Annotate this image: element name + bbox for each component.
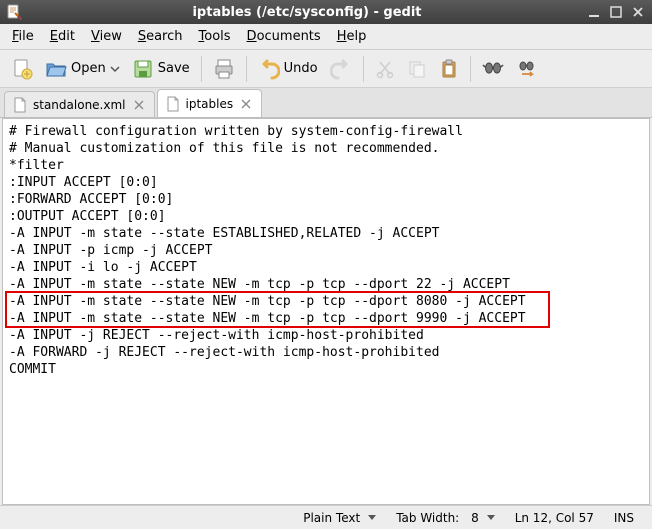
editor-line[interactable]: # Firewall configuration written by syst… — [9, 123, 643, 140]
open-button[interactable]: Open — [40, 54, 125, 84]
menu-help[interactable]: Help — [329, 26, 375, 47]
toolbar-separator — [201, 56, 202, 82]
cut-button — [370, 54, 400, 84]
redo-button — [325, 54, 357, 84]
editor-line[interactable]: -A INPUT -m state --state NEW -m tcp -p … — [9, 293, 643, 310]
maximize-button[interactable] — [608, 4, 624, 20]
menu-tools[interactable]: Tools — [191, 26, 239, 47]
editor-line[interactable]: -A INPUT -p icmp -j ACCEPT — [9, 242, 643, 259]
open-label: Open — [71, 61, 106, 76]
menu-documents[interactable]: Documents — [239, 26, 329, 47]
window-title: iptables (/etc/sysconfig) - gedit — [28, 5, 586, 20]
paste-button[interactable] — [434, 54, 464, 84]
editor-line[interactable]: -A INPUT -i lo -j ACCEPT — [9, 259, 643, 276]
editor-area[interactable]: # Firewall configuration written by syst… — [2, 118, 650, 505]
tabwidth-selector[interactable]: Tab Width: 8 — [386, 511, 505, 525]
menu-search[interactable]: Search — [130, 26, 191, 47]
tabwidth-label: Tab Width: — [396, 511, 459, 525]
minimize-button[interactable] — [586, 4, 602, 20]
syntax-selector[interactable]: Plain Text — [293, 511, 386, 525]
menubar: File Edit View Search Tools Documents He… — [0, 24, 652, 50]
document-icon — [166, 96, 180, 112]
editor-line[interactable]: # Manual customization of this file is n… — [9, 140, 643, 157]
editor-line[interactable]: :INPUT ACCEPT [0:0] — [9, 174, 643, 191]
save-button[interactable]: Save — [127, 54, 195, 84]
tab-standalone-xml[interactable]: standalone.xml — [4, 91, 155, 117]
tab-label: standalone.xml — [33, 98, 126, 112]
statusbar: Plain Text Tab Width: 8 Ln 12, Col 57 IN… — [0, 505, 652, 529]
save-label: Save — [158, 61, 190, 76]
new-button[interactable] — [6, 54, 38, 84]
editor-line[interactable]: :FORWARD ACCEPT [0:0] — [9, 191, 643, 208]
toolbar: Open Save Undo — [0, 50, 652, 88]
menu-edit[interactable]: Edit — [42, 26, 83, 47]
toolbar-separator — [363, 56, 364, 82]
editor-line[interactable]: -A INPUT -m state --state NEW -m tcp -p … — [9, 310, 643, 327]
editor-line[interactable]: -A INPUT -j REJECT --reject-with icmp-ho… — [9, 327, 643, 344]
editor-line[interactable]: -A INPUT -m state --state ESTABLISHED,RE… — [9, 225, 643, 242]
tab-label: iptables — [186, 97, 234, 111]
tabwidth-value: 8 — [471, 511, 479, 525]
app-icon — [6, 4, 22, 20]
editor-line[interactable]: -A INPUT -m state --state NEW -m tcp -p … — [9, 276, 643, 293]
menu-file[interactable]: File — [4, 26, 42, 47]
undo-button[interactable]: Undo — [253, 54, 323, 84]
editor-line[interactable]: *filter — [9, 157, 643, 174]
tab-close-button[interactable] — [132, 98, 146, 112]
find-button[interactable] — [477, 54, 509, 84]
insert-mode: INS — [604, 511, 644, 525]
document-icon — [13, 97, 27, 113]
copy-button — [402, 54, 432, 84]
editor-line[interactable]: -A FORWARD -j REJECT --reject-with icmp-… — [9, 344, 643, 361]
tab-bar: standalone.xml iptables — [0, 88, 652, 118]
print-button[interactable] — [208, 54, 240, 84]
toolbar-separator — [470, 56, 471, 82]
syntax-label: Plain Text — [303, 511, 360, 525]
editor-line[interactable]: COMMIT — [9, 361, 643, 378]
cursor-position: Ln 12, Col 57 — [505, 511, 604, 525]
editor-line[interactable]: :OUTPUT ACCEPT [0:0] — [9, 208, 643, 225]
tab-close-button[interactable] — [239, 97, 253, 111]
close-button[interactable] — [630, 4, 646, 20]
menu-view[interactable]: View — [83, 26, 130, 47]
undo-label: Undo — [284, 61, 318, 76]
editor-content[interactable]: # Firewall configuration written by syst… — [3, 119, 649, 382]
tab-iptables[interactable]: iptables — [157, 89, 263, 117]
find-replace-button[interactable] — [511, 54, 543, 84]
chevron-down-icon — [110, 64, 120, 74]
toolbar-separator — [246, 56, 247, 82]
window-titlebar: iptables (/etc/sysconfig) - gedit — [0, 0, 652, 24]
